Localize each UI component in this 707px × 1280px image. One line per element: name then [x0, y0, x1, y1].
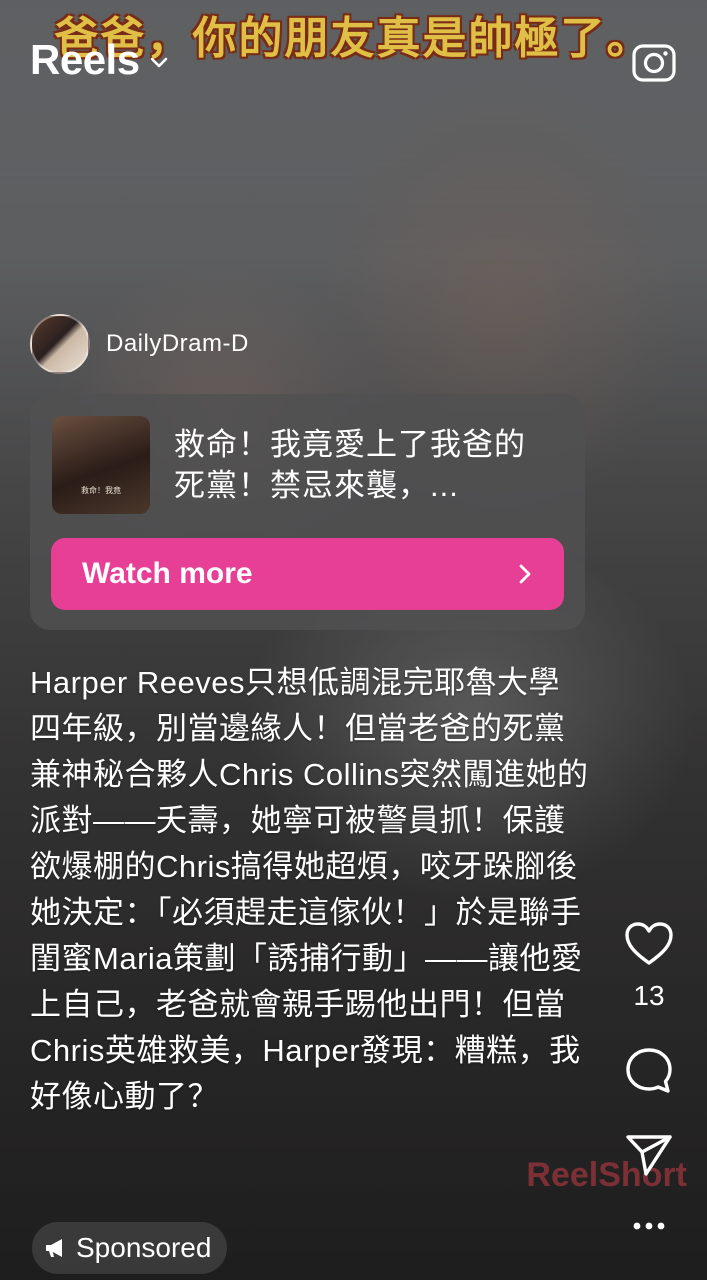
camera-icon[interactable]: [631, 38, 677, 84]
comment-icon[interactable]: [623, 1046, 675, 1096]
sponsored-badge[interactable]: Sponsored: [32, 1222, 228, 1274]
sponsored-label: Sponsored: [76, 1232, 212, 1263]
watch-more-label: Watch more: [82, 557, 253, 590]
promo-thumbnail[interactable]: 救命！我竟: [52, 416, 150, 514]
megaphone-icon: [46, 1239, 62, 1257]
avatar[interactable]: [30, 314, 90, 374]
like-count: 13: [633, 980, 665, 1011]
page-title: Reels: [30, 36, 140, 83]
send-icon[interactable]: [624, 1132, 674, 1178]
reels-header[interactable]: Reels: [30, 36, 170, 84]
chevron-down-icon: [150, 57, 167, 68]
more-icon[interactable]: [629, 1220, 669, 1232]
action-rail: 13: [619, 920, 679, 1232]
reel-description[interactable]: Harper Reeves只想低調混完耶魯大學四年級，別當邊緣人！但當老爸的死黨…: [30, 660, 590, 1120]
author-name[interactable]: DailyDram-D: [106, 330, 249, 358]
watch-more-button[interactable]: Watch more: [51, 538, 564, 610]
author-row[interactable]: DailyDram-D: [30, 314, 249, 374]
promo-title[interactable]: 救命！我竟愛上了我爸的死黨！禁忌來襲，...: [174, 424, 554, 506]
thumbnail-caption: 救命！我竟: [81, 486, 121, 495]
heart-icon[interactable]: [623, 920, 675, 968]
promo-card[interactable]: 救命！我竟 救命！我竟愛上了我爸的死黨！禁忌來襲，... Watch more: [30, 394, 585, 630]
chevron-right-icon: [519, 564, 531, 584]
